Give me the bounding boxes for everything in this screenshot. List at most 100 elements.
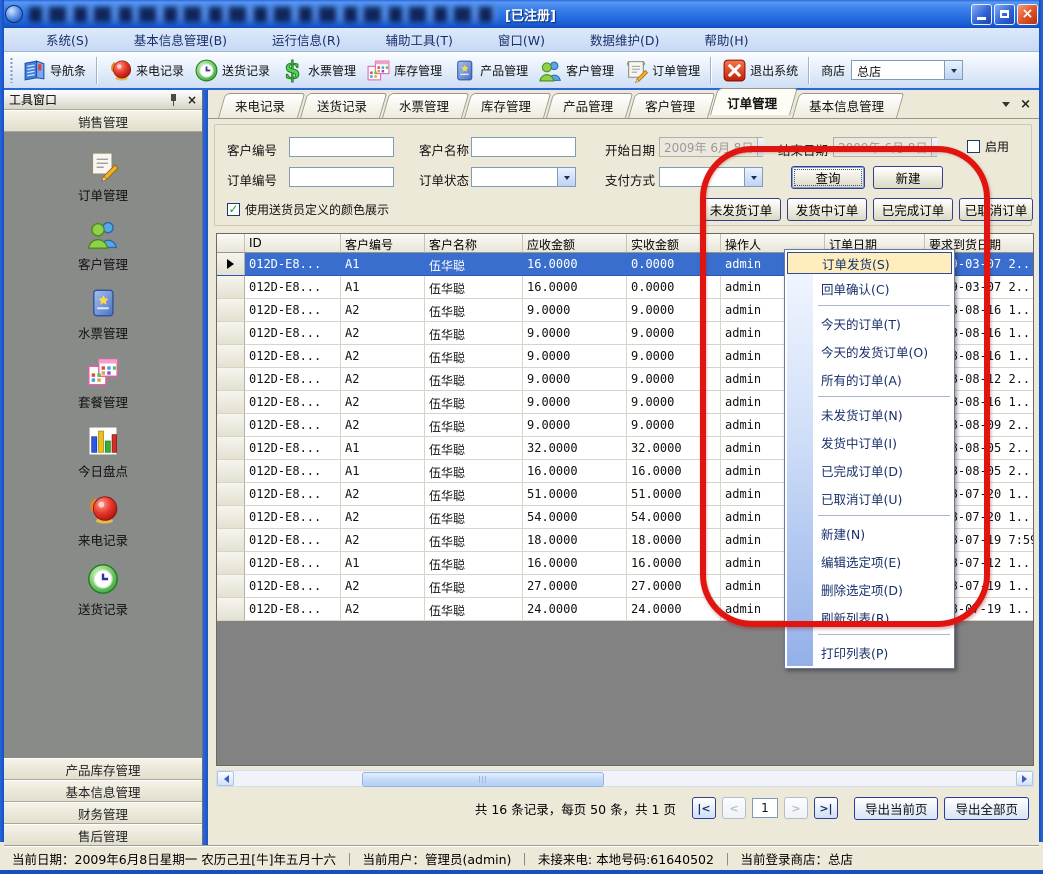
order-status-select[interactable] [471, 167, 576, 187]
close-button[interactable]: × [1017, 4, 1038, 25]
column-header[interactable]: ID [245, 234, 341, 253]
context-menu-item[interactable]: 已完成订单(D) [787, 456, 952, 484]
menu-item[interactable]: 基本信息管理(B) [100, 26, 238, 54]
export-current-page-button[interactable]: 导出当前页 [854, 797, 939, 820]
column-header[interactable]: 应收金额 [523, 234, 627, 253]
customer-name-input[interactable] [471, 137, 576, 157]
context-menu-item[interactable]: 发货中订单(I) [787, 428, 952, 456]
context-menu-item[interactable]: 所有的订单(A) [787, 365, 952, 393]
row-selector[interactable] [217, 391, 245, 414]
context-menu-item[interactable]: 回单确认(C) [787, 274, 952, 302]
maximize-button[interactable] [994, 4, 1015, 25]
context-menu-item[interactable]: 打印列表(P) [787, 638, 952, 666]
tab[interactable]: 库存管理 [464, 93, 544, 118]
sidebar-item-delivery-record[interactable]: 送货记录 [78, 562, 128, 618]
tab[interactable]: 来电记录 [218, 93, 298, 118]
row-selector[interactable] [217, 598, 245, 621]
tab-list-dropdown-icon[interactable] [1002, 102, 1010, 111]
tab[interactable]: 基本信息管理 [792, 93, 897, 118]
column-header[interactable]: 客户编号 [341, 234, 425, 253]
color-display-checkbox[interactable]: 使用送货员定义的颜色展示 [227, 201, 389, 218]
last-page-button[interactable]: >| [814, 797, 838, 819]
row-selector[interactable] [217, 253, 245, 276]
enable-checkbox[interactable]: 启用 [967, 138, 1009, 155]
menu-item[interactable]: 系统(S) [12, 26, 100, 54]
row-selector[interactable] [217, 276, 245, 299]
end-date-picker[interactable]: 2009年 6月 8日 [833, 137, 937, 157]
sidebar-item-daily-check[interactable]: 今日盘点 [78, 424, 128, 480]
context-menu-item[interactable]: 订单发货(S) [787, 252, 952, 274]
sidebar-group-sales[interactable]: 销售管理 [4, 110, 202, 132]
next-page-button[interactable]: > [784, 797, 808, 819]
toolbar-product-button[interactable]: 产品管理 [447, 56, 533, 85]
tab[interactable]: 产品管理 [546, 93, 626, 118]
tab[interactable]: 客户管理 [628, 93, 708, 118]
toolbar-exit-button[interactable]: 退出系统 [717, 56, 803, 85]
filter-shipping-button[interactable]: 发货中订单 [787, 198, 867, 221]
scrollbar-thumb[interactable] [362, 772, 604, 787]
row-selector[interactable] [217, 299, 245, 322]
context-menu-item[interactable]: 刷新列表(R) [787, 603, 952, 631]
context-menu-item[interactable]: 删除选定项(D) [787, 575, 952, 603]
sidebar-item-customer[interactable]: 客户管理 [78, 217, 128, 273]
sidebar-item-call-record[interactable]: 来电记录 [78, 493, 128, 549]
chevron-down-icon[interactable] [944, 61, 962, 79]
start-date-picker[interactable]: 2009年 6月 8日 [659, 137, 763, 157]
context-menu-item[interactable]: 今天的发货订单(O) [787, 337, 952, 365]
menu-item[interactable]: 帮助(H) [670, 26, 759, 54]
context-menu-item[interactable]: 今天的订单(T) [787, 309, 952, 337]
close-icon[interactable]: × [187, 94, 197, 106]
horizontal-scrollbar[interactable] [216, 770, 1034, 787]
toolbar-water-ticket-button[interactable]: 水票管理 [275, 56, 361, 85]
new-button[interactable]: 新建 [873, 166, 943, 189]
row-selector[interactable] [217, 322, 245, 345]
toolbar-inventory-button[interactable]: 库存管理 [361, 56, 447, 85]
menu-item[interactable]: 辅助工具(T) [352, 26, 464, 54]
first-page-button[interactable]: |< [692, 797, 716, 819]
row-selector[interactable] [217, 575, 245, 598]
toolbar-call-record-button[interactable]: 来电记录 [103, 56, 189, 85]
tab[interactable]: 送货记录 [300, 93, 380, 118]
tab[interactable]: 订单管理 [710, 88, 790, 118]
toolbar-nav-button[interactable]: 导航条 [17, 56, 91, 85]
toolbar-customer-button[interactable]: 客户管理 [533, 56, 619, 85]
menu-item[interactable]: 数据维护(D) [556, 26, 670, 54]
minimize-button[interactable] [971, 4, 992, 25]
row-selector[interactable] [217, 437, 245, 460]
column-header[interactable]: 客户名称 [425, 234, 523, 253]
menu-item[interactable]: 窗口(W) [464, 26, 556, 54]
context-menu-item[interactable]: 新建(N) [787, 519, 952, 547]
filter-completed-button[interactable]: 已完成订单 [873, 198, 953, 221]
page-number-input[interactable]: 1 [752, 798, 778, 818]
context-menu-item[interactable]: 编辑选定项(E) [787, 547, 952, 575]
pay-method-select[interactable] [659, 167, 763, 187]
context-menu-item[interactable]: 已取消订单(U) [787, 484, 952, 512]
toolbar-delivery-record-button[interactable]: 送货记录 [189, 56, 275, 85]
sidebar-item-order[interactable]: 订单管理 [78, 148, 128, 204]
row-selector[interactable] [217, 506, 245, 529]
query-button[interactable]: 查询 [791, 166, 865, 189]
sidebar-item-package[interactable]: 套餐管理 [78, 355, 128, 411]
row-selector[interactable] [217, 368, 245, 391]
filter-cancelled-button[interactable]: 已取消订单 [959, 198, 1033, 221]
sidebar-group[interactable]: 售后管理 [4, 824, 202, 846]
sidebar-group[interactable]: 产品库存管理 [4, 758, 202, 780]
tab-close-icon[interactable]: × [1020, 98, 1031, 111]
customer-no-input[interactable] [289, 137, 394, 157]
pin-icon[interactable] [169, 94, 179, 106]
row-selector[interactable] [217, 460, 245, 483]
shop-select[interactable]: 总店 [851, 60, 963, 80]
row-selector[interactable] [217, 552, 245, 575]
export-all-pages-button[interactable]: 导出全部页 [944, 797, 1029, 820]
row-selector[interactable] [217, 483, 245, 506]
prev-page-button[interactable]: < [722, 797, 746, 819]
row-selector[interactable] [217, 414, 245, 437]
column-header[interactable]: 实收金额 [627, 234, 721, 253]
sidebar-item-water-ticket[interactable]: 水票管理 [78, 286, 128, 342]
scroll-left-icon[interactable] [217, 771, 234, 786]
tab[interactable]: 水票管理 [382, 93, 462, 118]
context-menu-item[interactable]: 未发货订单(N) [787, 400, 952, 428]
row-selector[interactable] [217, 529, 245, 552]
scroll-right-icon[interactable] [1016, 771, 1033, 786]
filter-unshipped-button[interactable]: 未发货订单 [701, 198, 781, 221]
